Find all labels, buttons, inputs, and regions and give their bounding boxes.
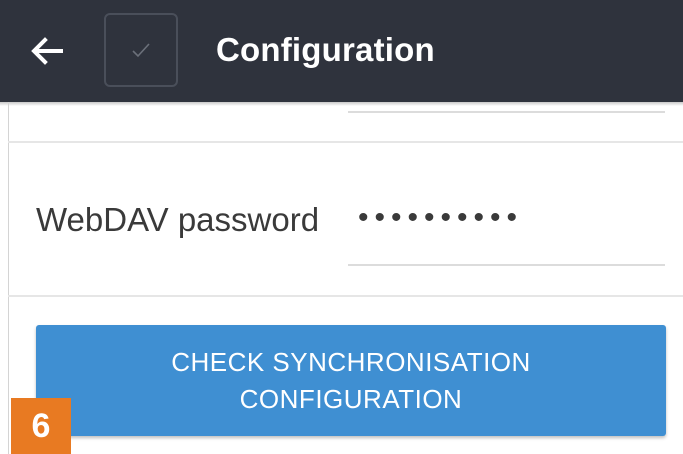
webdav-password-label: WebDAV password <box>36 201 320 238</box>
back-button[interactable] <box>22 26 72 76</box>
page-title: Configuration <box>216 31 435 68</box>
password-field-underline <box>348 264 665 266</box>
left-frame-line <box>8 102 9 454</box>
check-synchronisation-configuration-button[interactable]: CHECK SYNCHRONISATION CONFIGURATION <box>36 325 666 436</box>
arrow-left-icon <box>31 37 63 65</box>
webdav-password-field[interactable] <box>348 196 665 240</box>
appbar-shadow <box>0 102 683 106</box>
row-divider <box>8 295 683 297</box>
previous-field-underline <box>348 111 665 113</box>
figure-number-badge: 6 <box>11 398 71 454</box>
figure-number: 6 <box>31 407 51 445</box>
row-divider <box>8 141 683 143</box>
checkmark-icon <box>132 43 150 58</box>
check-sync-button-label: CHECK SYNCHRONISATION CONFIGURATION <box>171 346 531 414</box>
app-bar: Configuration <box>0 0 683 102</box>
confirm-button[interactable] <box>104 13 178 87</box>
configuration-screen: Configuration WebDAV password CHECK SYNC… <box>0 0 683 454</box>
